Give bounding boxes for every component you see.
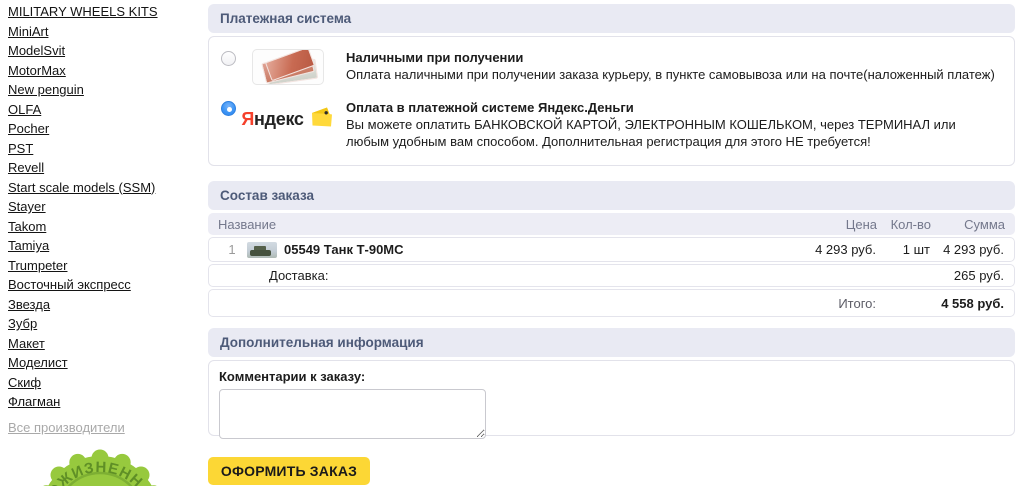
manufacturer-link[interactable]: MILITARY WHEELS KITS [8,4,158,19]
manufacturer-link[interactable]: MiniArt [8,24,48,39]
yandex-logo-rest: ндекс [254,109,304,129]
sidebar-manufacturer-item[interactable]: Start scale models (SSM) [8,181,204,194]
total-value: 4 558 руб. [941,295,1004,311]
sidebar-manufacturer-item[interactable]: New penguin [8,83,204,96]
item-qty: 1 шт [902,242,930,257]
checkout-main: Платежная система Наличными при получени… [208,4,1015,485]
payment-option-yandex[interactable]: Яндекс Оплата в платежной системе Яндекс… [221,99,1002,150]
item-price: 4 293 руб. [815,242,876,257]
comment-label: Комментарии к заказу: [219,369,366,384]
manufacturer-link[interactable]: Звезда [8,297,50,312]
manufacturer-link[interactable]: Revell [8,160,44,175]
tank-thumbnail-image [247,241,277,258]
yandex-wallet-icon [311,107,332,126]
manufacturer-link[interactable]: OLFA [8,102,41,117]
all-manufacturers-link[interactable]: Все производители [8,420,125,435]
additional-info-section: Дополнительная информация Комментарии к … [208,328,1015,439]
delivery-label: Доставка: [269,268,329,283]
manufacturer-link[interactable]: MotorMax [8,63,66,78]
column-header-price: Цена [845,216,877,232]
cash-banknotes-icon [251,49,324,85]
payment-section-header: Платежная система [208,4,1015,33]
total-label: Итого: [838,295,876,311]
manufacturer-link[interactable]: Pocher [8,121,49,136]
seal-badge-icon: ПОЖИЗНЕННАЯ [39,449,160,486]
yandex-option-description: Вы можете оплатить БАНКОВСКОЙ КАРТОЙ, ЭЛ… [346,117,956,149]
place-order-button[interactable]: ОФОРМИТЬ ЗАКАЗ [208,457,370,485]
column-header-qty: Кол-во [890,216,931,232]
sidebar-manufacturer-item[interactable]: Pocher [8,122,204,135]
manufacturer-link[interactable]: New penguin [8,82,84,97]
additional-section-header: Дополнительная информация [208,328,1015,357]
sidebar-manufacturer-item[interactable]: MiniArt [8,25,204,38]
sidebar-manufacturer-item[interactable]: Takom [8,220,204,233]
cash-option-title: Наличными при получении [346,50,524,65]
manufacturer-link[interactable]: Stayer [8,199,46,214]
manufacturer-link[interactable]: PST [8,141,33,156]
yandex-money-logo: Яндекс [241,107,333,130]
cash-option-description: Оплата наличными при получении заказа ку… [346,67,995,82]
sidebar-manufacturer-item[interactable]: ModelSvit [8,44,204,57]
manufacturer-link[interactable]: Макет [8,336,45,351]
sidebar-manufacturer-item[interactable]: Моделист [8,356,204,369]
manufacturer-link[interactable]: Start scale models (SSM) [8,180,155,195]
sidebar-manufacturer-item[interactable]: Tamiya [8,239,204,252]
total-row: Итого: 4 558 руб. [208,289,1015,317]
column-header-sum: Сумма [964,216,1005,232]
manufacturer-link[interactable]: ModelSvit [8,43,65,58]
lifetime-warranty-badge: ПОЖИЗНЕННАЯ [25,436,175,486]
manufacturer-link[interactable]: Tamiya [8,238,49,253]
manufacturers-sidebar: MILITARY WHEELS KITS MiniArt ModelSvit M… [8,5,204,435]
sidebar-manufacturer-item[interactable]: Зубр [8,317,204,330]
sidebar-manufacturer-item[interactable]: Trumpeter [8,259,204,272]
delivery-row: Доставка: 265 руб. [208,264,1015,287]
order-item-row: 1 05549 Танк Т-90МС 4 293 руб. 1 шт 4 29… [208,237,1015,262]
manufacturers-list: MILITARY WHEELS KITS MiniArt ModelSvit M… [8,5,204,408]
item-number: 1 [228,242,236,257]
sidebar-manufacturer-item[interactable]: MILITARY WHEELS KITS [8,5,204,18]
item-sum: 4 293 руб. [943,242,1004,257]
sidebar-manufacturer-item[interactable]: Скиф [8,376,204,389]
manufacturer-link[interactable]: Скиф [8,375,41,390]
yandex-option-title: Оплата в платежной системе Яндекс.Деньги [346,100,634,115]
sidebar-manufacturer-item[interactable]: PST [8,142,204,155]
yandex-radio[interactable] [221,101,236,116]
delivery-value: 265 руб. [953,268,1004,283]
sidebar-manufacturer-item[interactable]: MotorMax [8,64,204,77]
payment-options-panel: Наличными при получении Оплата наличными… [208,36,1015,166]
sidebar-manufacturer-item[interactable]: Revell [8,161,204,174]
manufacturer-link[interactable]: Зубр [8,316,37,331]
sidebar-manufacturer-item[interactable]: Макет [8,337,204,350]
yandex-logo-ya: Я [241,109,255,129]
item-name: 05549 Танк Т-90МС [284,242,404,257]
sidebar-manufacturer-item[interactable]: Stayer [8,200,204,213]
order-section: Состав заказа Название Цена Кол-во Сумма… [208,181,1015,317]
order-table-header: Название Цена Кол-во Сумма [208,213,1015,235]
sidebar-manufacturer-item[interactable]: Звезда [8,298,204,311]
sidebar-manufacturer-item[interactable]: Восточный экспресс [8,278,204,291]
order-comment-input[interactable] [219,389,486,439]
cash-photo [245,49,330,85]
sidebar-manufacturer-item[interactable]: OLFA [8,103,204,116]
manufacturer-link[interactable]: Takom [8,219,46,234]
column-header-name: Название [218,216,277,232]
manufacturer-link[interactable]: Моделист [8,355,68,370]
order-section-header: Состав заказа [208,181,1015,210]
manufacturer-link[interactable]: Trumpeter [8,258,67,273]
cash-radio[interactable] [221,51,236,66]
payment-option-cash[interactable]: Наличными при получении Оплата наличными… [221,49,1002,85]
manufacturer-link[interactable]: Флагман [8,394,60,409]
sidebar-item-all-manufacturers[interactable]: Все производители [8,420,204,435]
manufacturer-link[interactable]: Восточный экспресс [8,277,131,292]
sidebar-manufacturer-item[interactable]: Флагман [8,395,204,408]
